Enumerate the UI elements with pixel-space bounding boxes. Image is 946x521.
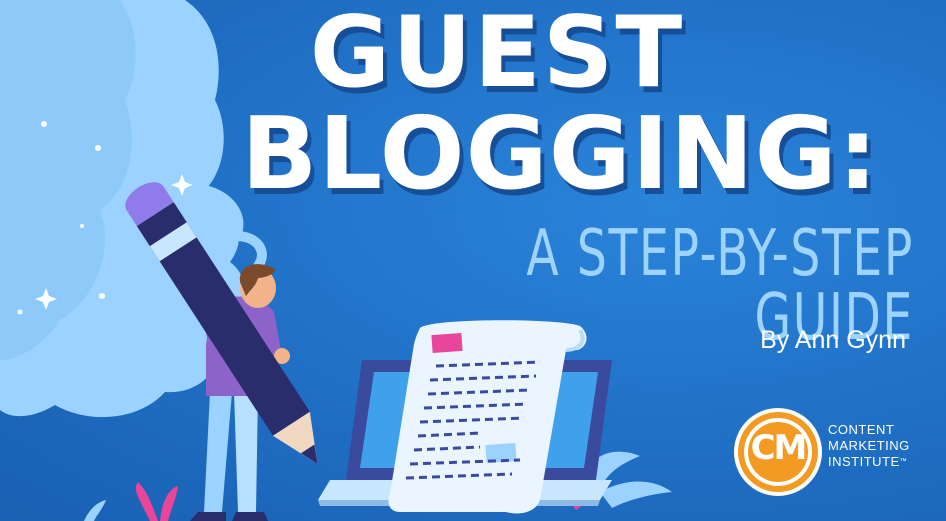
cm-logo-mark: CM <box>750 428 808 468</box>
hero-banner: GUEST BLOGGING: A STEP-BY-STEP GUIDE By … <box>0 0 946 521</box>
title-line-2: BLOGGING: <box>241 95 879 212</box>
logo-line-2: MARKETING <box>828 438 910 453</box>
byline: By Ann Gynn <box>760 326 906 354</box>
logo-line-3: INSTITUTE <box>828 454 900 469</box>
logo-line-1: CONTENT <box>828 422 895 437</box>
trademark: ™ <box>899 458 908 465</box>
title-line-1: GUEST <box>309 0 685 110</box>
logo-text[interactable]: CONTENT MARKETING INSTITUTE™ <box>828 422 910 470</box>
